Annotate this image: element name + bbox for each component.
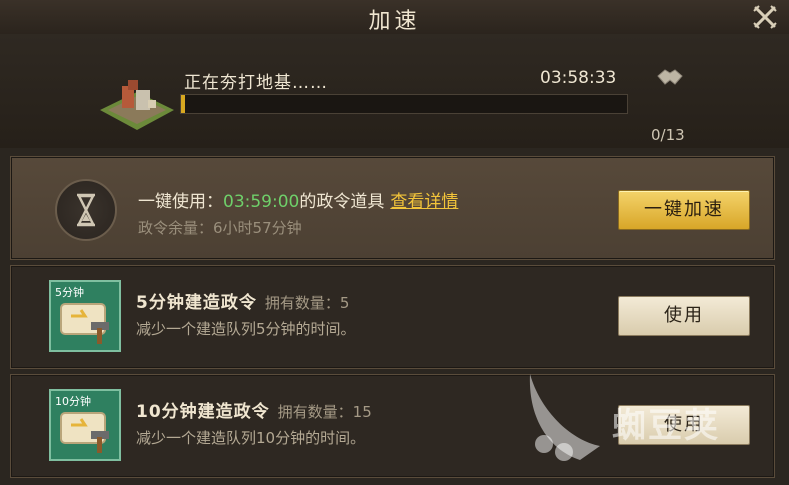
accelerate-summary: 一键使用：03:59:00的政令道具 查看详情	[138, 187, 458, 212]
item-description: 减少一个建造队列5分钟的时间。	[136, 320, 356, 338]
use-item-button[interactable]: 使用	[618, 296, 750, 336]
item-row-5min: 5分钟 5分钟建造政令 拥有数量：5 减少一个建造队列5分钟的时间。 使用	[10, 265, 775, 369]
scroll-hammer-icon: 5分钟	[49, 280, 121, 352]
item-owned-count: 拥有数量：15	[277, 403, 372, 421]
handshake-icon[interactable]	[656, 66, 684, 90]
build-timer: 03:58:33	[540, 68, 617, 88]
view-details-link[interactable]: 查看详情	[390, 192, 458, 212]
one-click-accelerate-button[interactable]: 一键加速	[618, 190, 750, 230]
scroll-hammer-icon: 10分钟	[49, 389, 121, 461]
help-count: 0/13	[651, 126, 685, 144]
build-progress-bar	[180, 94, 628, 114]
decree-remaining: 政令余量：6小时57分钟	[138, 219, 302, 237]
build-progress-section: 正在夯打地基…… 03:58:33 0/13	[0, 34, 789, 148]
build-status-label: 正在夯打地基……	[184, 73, 328, 93]
item-owned-count: 拥有数量：5	[264, 294, 350, 312]
accelerate-prefix: 一键使用：	[138, 192, 223, 212]
watermark-text: 蜘豆荚	[612, 406, 720, 446]
accelerate-suffix: 的政令道具	[299, 192, 385, 212]
accelerate-panel: 一键使用：03:59:00的政令道具 查看详情 政令余量：6小时57分钟 一键加速	[10, 156, 775, 260]
hourglass-icon	[55, 179, 117, 241]
build-progress-fill	[181, 95, 186, 113]
item-title: 5分钟建造政令 拥有数量：5	[136, 288, 349, 313]
item-title-text: 10分钟建造政令	[136, 402, 270, 422]
window-title: 加速	[368, 9, 421, 34]
item-description: 减少一个建造队列10分钟的时间。	[136, 429, 366, 447]
accelerate-time: 03:59:00	[223, 192, 300, 212]
close-icon[interactable]	[751, 3, 779, 31]
building-icon	[98, 72, 176, 136]
item-title: 10分钟建造政令 拥有数量：15	[136, 397, 372, 422]
title-bar: 加速	[0, 0, 789, 35]
item-title-text: 5分钟建造政令	[136, 293, 257, 313]
